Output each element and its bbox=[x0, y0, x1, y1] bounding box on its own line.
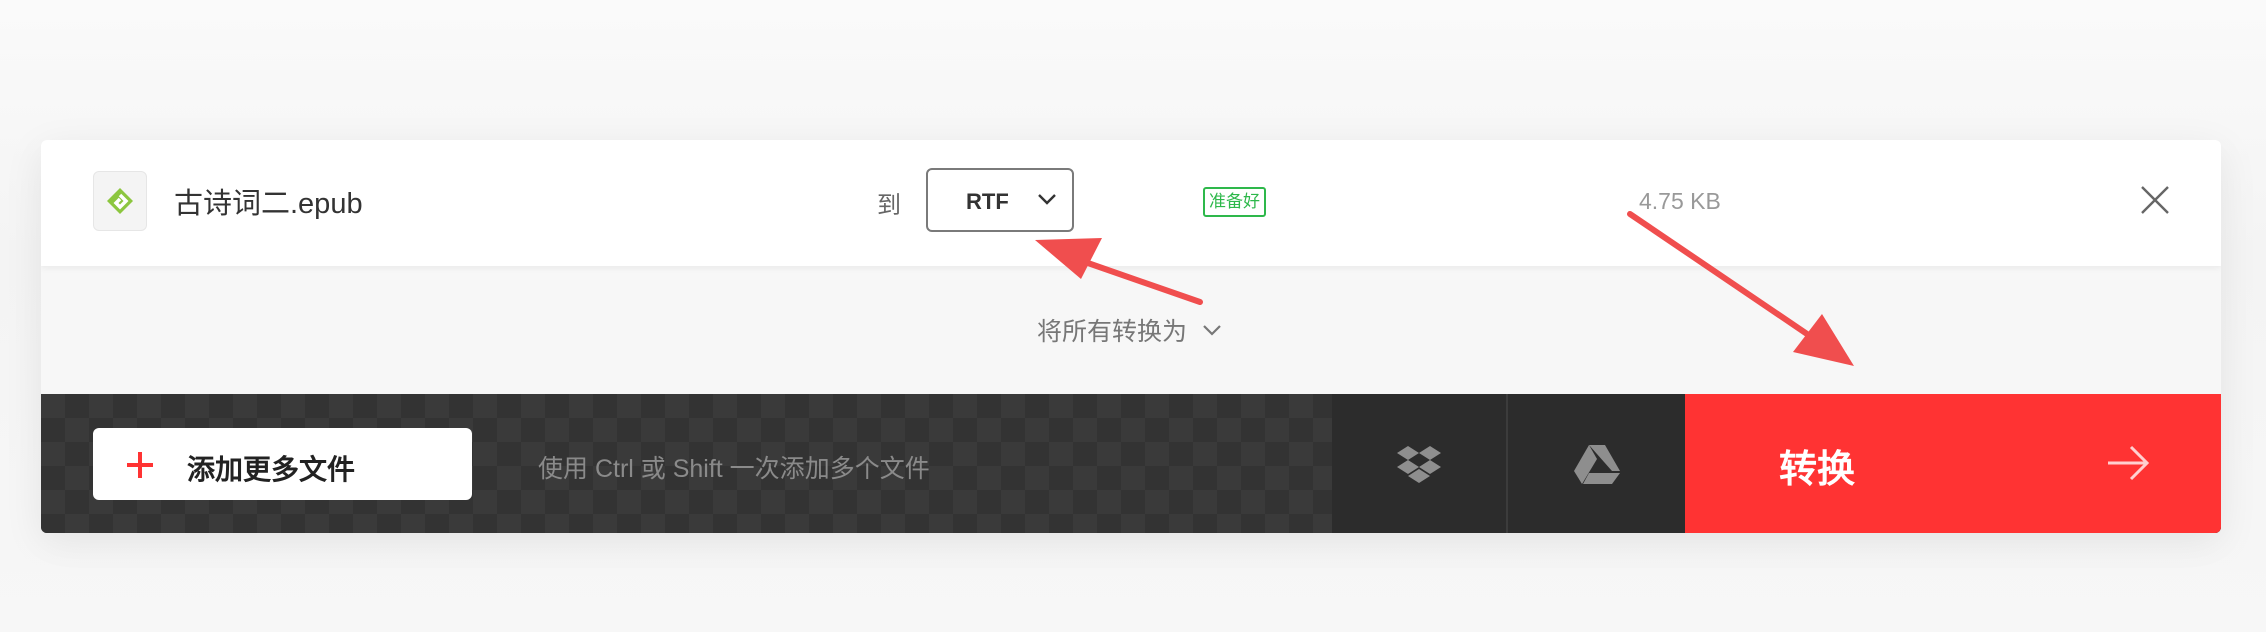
dropbox-icon bbox=[1397, 445, 1441, 483]
to-label: 到 bbox=[877, 192, 901, 219]
status-badge: 准备好 bbox=[1203, 187, 1266, 217]
chevron-down-icon bbox=[1036, 188, 1058, 215]
file-size: 4.75 KB bbox=[1639, 188, 1721, 214]
dropbox-button[interactable] bbox=[1332, 394, 1508, 533]
convert-label: 转换 bbox=[1779, 449, 1856, 491]
close-icon bbox=[2141, 186, 2169, 214]
plus-icon bbox=[125, 450, 155, 485]
close-button[interactable] bbox=[2137, 182, 2173, 218]
convert-all-label: 将所有转换为 bbox=[1037, 318, 1188, 346]
format-dropdown[interactable]: RTF bbox=[926, 168, 1074, 232]
chevron-down-icon bbox=[1201, 319, 1223, 341]
convert-all-bar: 将所有转换为 bbox=[41, 266, 2221, 394]
format-value: RTF bbox=[966, 189, 1009, 214]
file-row: 古诗词二.epub 到 RTF 准备好 4.75 KB bbox=[41, 140, 2221, 266]
bottom-bar: 添加更多文件 使用 Ctrl 或 Shift 一次添加多个文件 转换 bbox=[41, 394, 2221, 533]
arrow-right-icon bbox=[2105, 440, 2151, 491]
add-files-label: 添加更多文件 bbox=[187, 454, 356, 485]
google-drive-button[interactable] bbox=[1508, 394, 1685, 533]
google-drive-icon bbox=[1573, 444, 1620, 484]
file-name: 古诗词二.epub bbox=[174, 188, 363, 220]
convert-all-dropdown[interactable]: 将所有转换为 bbox=[1037, 312, 1223, 348]
converter-card: 古诗词二.epub 到 RTF 准备好 4.75 KB 将所有转换为 添加更多文… bbox=[41, 140, 2221, 533]
add-files-button[interactable]: 添加更多文件 bbox=[93, 428, 472, 500]
epub-icon bbox=[93, 171, 147, 231]
convert-button[interactable]: 转换 bbox=[1685, 394, 2221, 533]
multi-select-hint: 使用 Ctrl 或 Shift 一次添加多个文件 bbox=[538, 455, 930, 483]
